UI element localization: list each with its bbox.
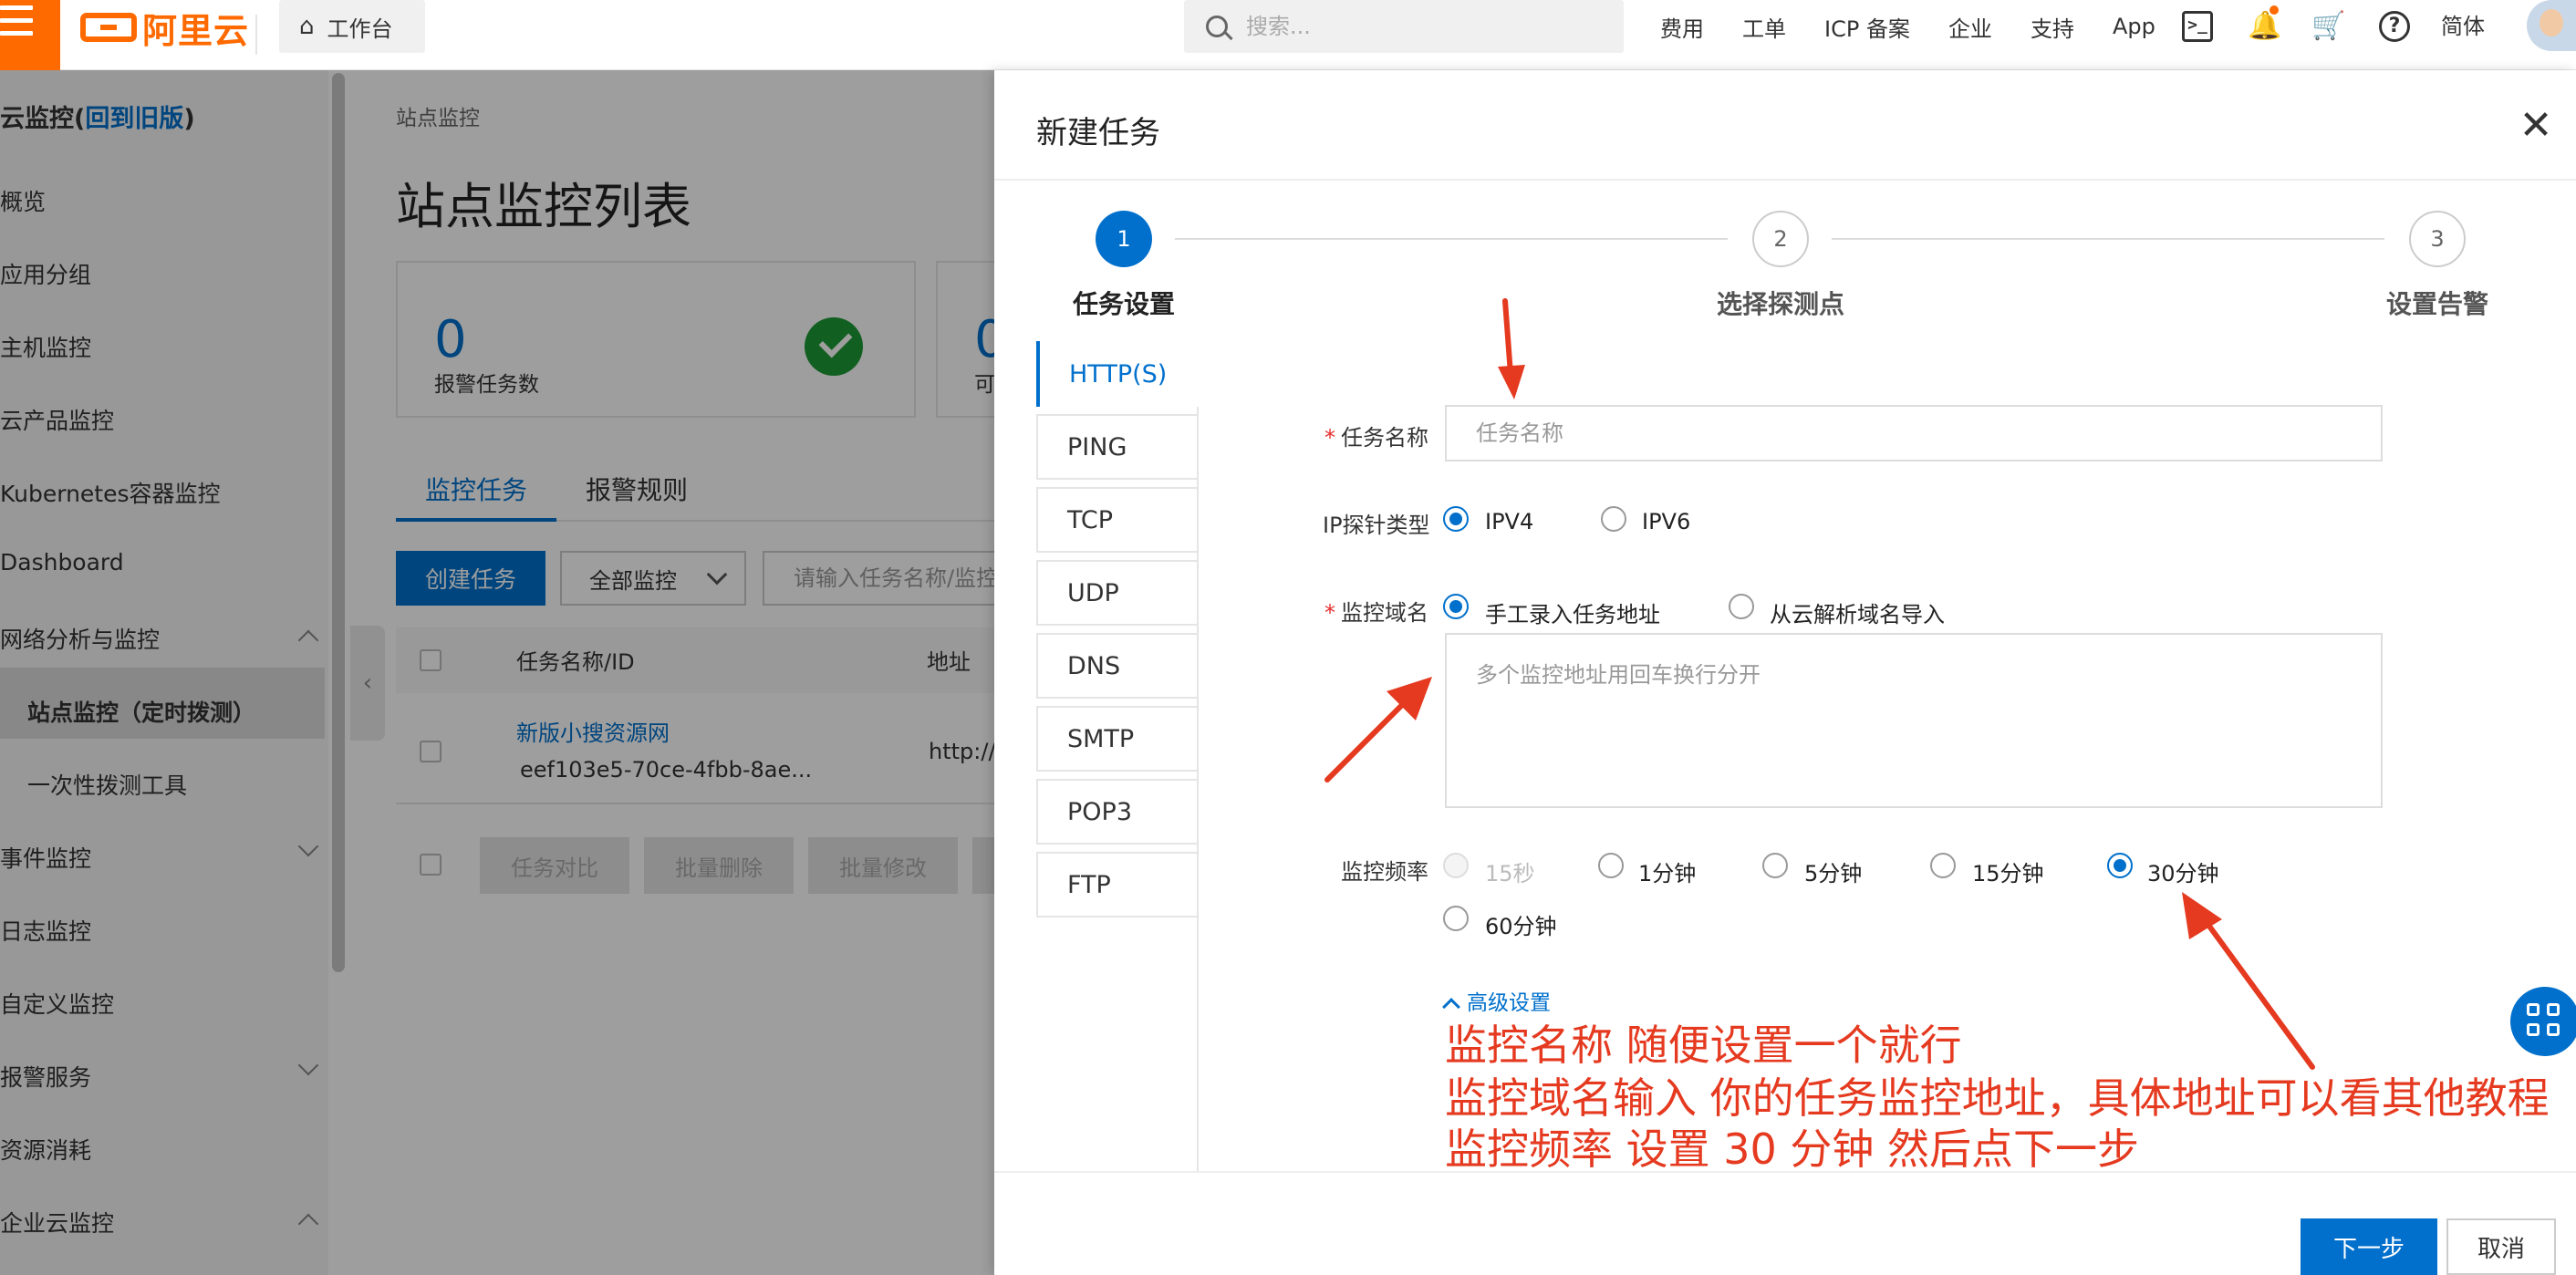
terminal-icon[interactable]: >_ [2182, 11, 2213, 42]
aliyun-logo[interactable]: 阿里云 [80, 5, 249, 51]
step-1-label: 任务设置 [1073, 289, 1176, 319]
nav-app[interactable]: App [2113, 14, 2155, 39]
step-2-indicator: 2 [1752, 211, 1809, 267]
radio-import-dns[interactable] [1729, 594, 1754, 619]
workbench-label: 工作台 [327, 16, 393, 42]
protocol-tab-dns[interactable]: DNS [1036, 633, 1199, 699]
nav-fee[interactable]: 费用 [1660, 11, 1704, 43]
next-step-button[interactable]: 下一步 [2301, 1218, 2438, 1275]
radio-freq-15m-label[interactable]: 15分钟 [1972, 855, 2044, 887]
domain-label-text: 监控域名 [1341, 600, 1428, 626]
radio-freq-15s-label: 15秒 [1485, 861, 1535, 886]
annotation-line-1: 监控名称 随便设置一个就行 [1445, 1021, 1962, 1070]
radio-freq-30m-label[interactable]: 30分钟 [2147, 855, 2219, 887]
radio-ipv6[interactable] [1601, 506, 1626, 532]
home-icon: ⌂ [299, 13, 315, 40]
radio-ipv4[interactable] [1443, 506, 1469, 532]
radio-ipv4-label[interactable]: IPV4 [1485, 509, 1533, 534]
required-mark: * [1324, 425, 1335, 451]
radio-ipv6-label[interactable]: IPV6 [1642, 509, 1690, 534]
radio-freq-15m[interactable] [1930, 853, 1956, 878]
radio-freq-15s [1443, 853, 1469, 878]
nav-icp[interactable]: ICP 备案 [1824, 11, 1910, 43]
step-1-indicator: 1 [1096, 211, 1152, 267]
task-name-label: * 任务名称 [1324, 420, 1428, 451]
step-3-label: 设置告警 [2386, 289, 2489, 319]
radio-import-dns-label[interactable]: 从云解析域名导入 [1770, 596, 1945, 628]
required-mark: * [1324, 600, 1335, 626]
top-nav: 费用 工单 ICP 备案 企业 支持 App [1660, 0, 2194, 53]
radio-freq-1m-label[interactable]: 1分钟 [1638, 855, 1696, 887]
step-2-label: 选择探测点 [1717, 289, 1845, 319]
radio-freq-60m-label[interactable]: 60分钟 [1485, 908, 1557, 940]
protocol-tab-pop3[interactable]: POP3 [1036, 779, 1199, 845]
bell-icon[interactable]: 🔔 [2248, 5, 2281, 42]
radio-freq-5m-label[interactable]: 5分钟 [1804, 855, 1862, 887]
modal-mask[interactable] [0, 70, 994, 1275]
menu-icon[interactable] [0, 0, 60, 70]
close-icon[interactable]: ✕ [2518, 106, 2554, 146]
global-search[interactable] [1184, 0, 1624, 53]
search-input[interactable] [1246, 14, 1593, 39]
search-icon [1206, 16, 1228, 37]
avatar-face [2540, 9, 2563, 36]
language-switch[interactable]: 简体 [2441, 11, 2485, 42]
protocol-tab-https[interactable]: HTTP(S) [1036, 341, 1199, 407]
drawer-header-divider [994, 179, 2576, 181]
radio-freq-1m[interactable] [1598, 853, 1624, 878]
apps-grid-icon[interactable] [2510, 987, 2576, 1056]
logo-text: 阿里云 [142, 10, 250, 51]
protocol-tab-ftp[interactable]: FTP [1036, 852, 1199, 917]
task-name-input[interactable] [1445, 405, 2383, 461]
radio-freq-30m[interactable] [2107, 853, 2133, 878]
cancel-button[interactable]: 取消 [2446, 1218, 2557, 1275]
workbench-button[interactable]: ⌂ 工作台 [279, 0, 425, 53]
aliyun-logo-icon [80, 13, 137, 42]
drawer-footer-divider [994, 1171, 2576, 1173]
radio-manual-input[interactable] [1443, 594, 1469, 619]
domain-label: * 监控域名 [1324, 595, 1428, 627]
protocol-tab-udp[interactable]: UDP [1036, 560, 1199, 626]
step-3-indicator: 3 [2409, 211, 2466, 267]
protocol-tab-tcp[interactable]: TCP [1036, 487, 1199, 553]
nav-ticket[interactable]: 工单 [1742, 11, 1786, 43]
step-connector [1832, 238, 2384, 240]
divider [255, 15, 257, 55]
nav-enterprise[interactable]: 企业 [1948, 11, 1992, 43]
step-connector [1175, 238, 1728, 240]
cart-icon[interactable]: 🛒 [2311, 11, 2345, 42]
radio-freq-5m[interactable] [1762, 853, 1788, 878]
help-icon[interactable]: ? [2379, 11, 2410, 42]
task-name-label-text: 任务名称 [1341, 425, 1428, 451]
protocol-tab-smtp[interactable]: SMTP [1036, 706, 1199, 772]
drawer-title: 新建任务 [1036, 115, 1160, 151]
nav-support[interactable]: 支持 [2031, 11, 2074, 43]
protocol-tab-ping[interactable]: PING [1036, 414, 1199, 480]
annotation-line-3: 监控频率 设置 30 分钟 然后点下一步 [1445, 1125, 2140, 1174]
radio-manual-input-label[interactable]: 手工录入任务地址 [1485, 596, 1660, 628]
frequency-label: 监控频率 [1341, 859, 1428, 885]
advanced-settings-toggle[interactable]: 高级设置 [1442, 985, 1551, 1016]
avatar[interactable] [2527, 0, 2576, 51]
notification-dot [2270, 5, 2279, 15]
domain-textarea[interactable] [1445, 633, 2383, 808]
radio-freq-60m[interactable] [1443, 906, 1469, 931]
ip-type-label: IP探针类型 [1323, 513, 1430, 538]
